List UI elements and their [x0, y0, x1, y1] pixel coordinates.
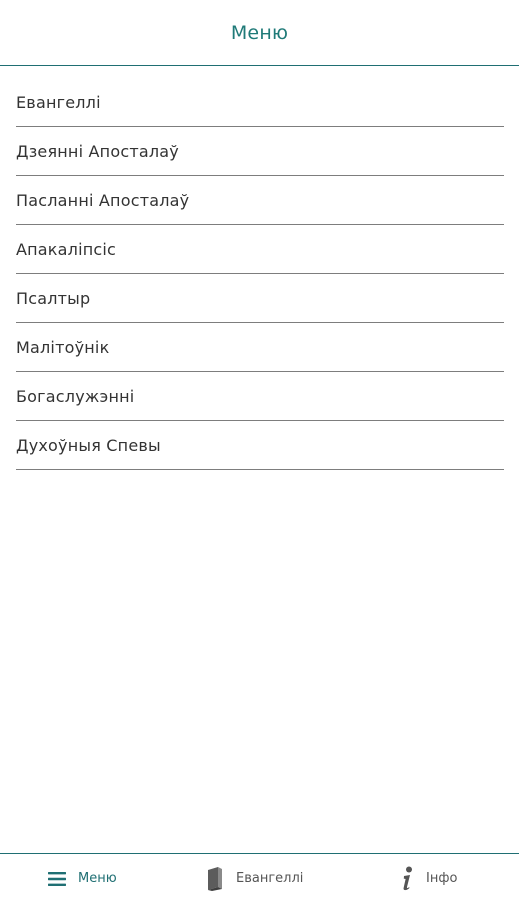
book-icon: [206, 866, 224, 891]
tab-label: Меню: [78, 871, 117, 886]
menu-item-services[interactable]: Богаслужэнні: [16, 372, 504, 421]
menu-item-spiritual-songs[interactable]: Духоўныя Спевы: [16, 421, 504, 470]
app-header: Меню: [0, 0, 519, 66]
menu-item-label: Дзеянні Апосталаў: [16, 142, 179, 161]
menu-item-acts[interactable]: Дзеянні Апосталаў: [16, 127, 504, 176]
menu-item-label: Апакаліпсіс: [16, 240, 117, 259]
menu-item-label: Псалтыр: [16, 289, 91, 308]
tab-label: Евангеллі: [236, 871, 304, 886]
main-menu-list: Евангеллі Дзеянні Апосталаў Пасланні Апо…: [16, 78, 504, 470]
menu-item-label: Пасланні Апосталаў: [16, 191, 190, 210]
menu-item-epistles[interactable]: Пасланні Апосталаў: [16, 176, 504, 225]
page-title: Меню: [230, 21, 289, 44]
tab-menu[interactable]: Меню: [48, 854, 117, 903]
tab-gospels[interactable]: Евангеллі: [206, 854, 303, 903]
hamburger-menu-icon: [48, 871, 66, 886]
menu-item-psalter[interactable]: Псалтыр: [16, 274, 504, 323]
tab-label: Інфо: [426, 871, 458, 886]
menu-item-gospels[interactable]: Евангеллі: [16, 78, 504, 127]
menu-item-label: Евангеллі: [16, 93, 101, 112]
menu-item-prayer-book[interactable]: Малітоўнік: [16, 323, 504, 372]
info-icon: [400, 866, 414, 892]
menu-item-label: Богаслужэнні: [16, 387, 135, 406]
menu-item-label: Духоўныя Спевы: [16, 436, 161, 455]
bottom-navigation: Меню Евангеллі Інфо: [0, 853, 519, 903]
menu-item-apocalypse[interactable]: Апакаліпсіс: [16, 225, 504, 274]
tab-info[interactable]: Інфо: [400, 854, 457, 903]
menu-item-label: Малітоўнік: [16, 338, 110, 357]
